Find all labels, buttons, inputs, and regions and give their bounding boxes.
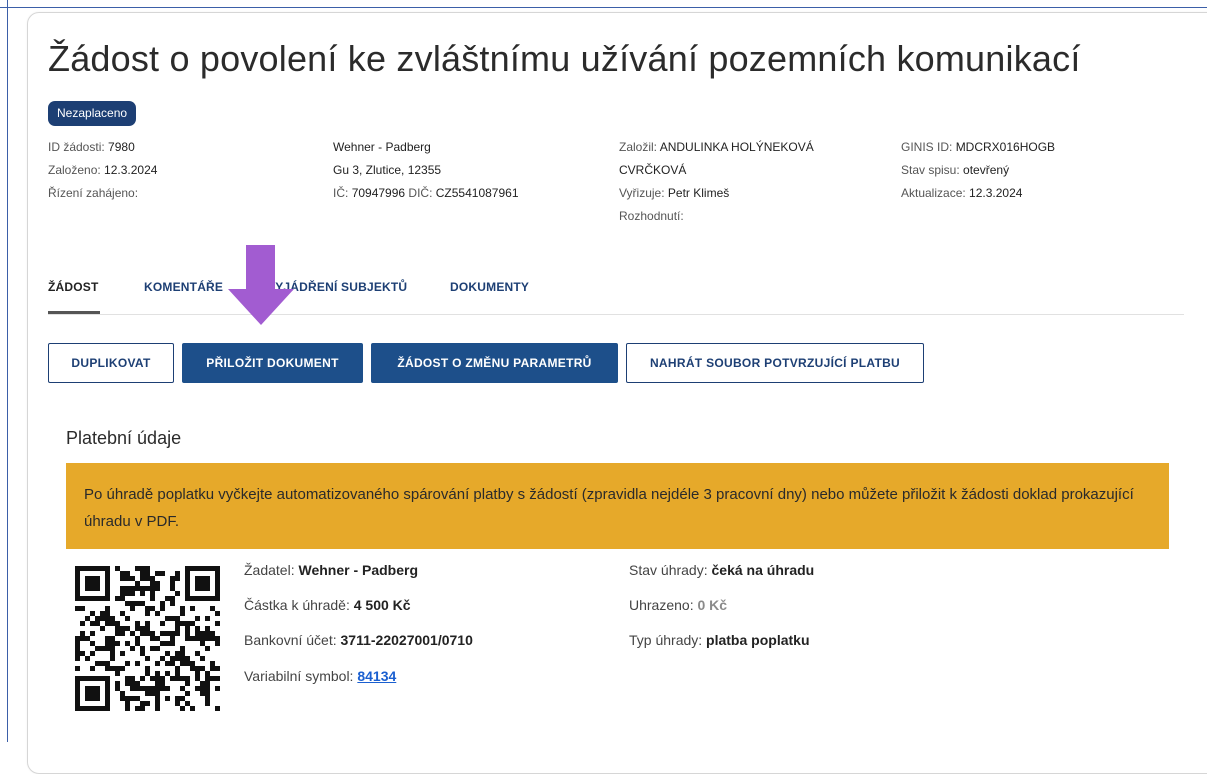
payment-notice: Po úhradě poplatku vyčkejte automatizova…	[66, 463, 1169, 549]
meta-decision: Rozhodnutí:	[619, 209, 684, 223]
payment-paid: Uhrazeno: 0 Kč	[629, 597, 728, 613]
attach-document-button[interactable]: PŘILOŽIT DOKUMENT	[182, 343, 363, 383]
meta-applicant-name: Wehner - Padberg	[333, 140, 431, 154]
meta-handled-by: Vyřizuje: Petr Klimeš	[619, 186, 730, 200]
meta-created-by: Založil: ANDULINKA HOLÝNEKOVÁ	[619, 140, 814, 154]
app-frame: Žádost o povolení ke zvláštnímu užívání …	[0, 0, 1207, 774]
upload-payment-proof-button[interactable]: NAHRÁT SOUBOR POTVRZUJÍCÍ PLATBU	[626, 343, 924, 383]
change-parameters-button[interactable]: ŽÁDOST O ZMĚNU PARAMETRŮ	[371, 343, 618, 383]
meta-ginis-id: GINIS ID: MDCRX016HOGB	[901, 140, 1056, 154]
window-top-border	[0, 7, 1207, 8]
meta-created-by-line2: CVRČKOVÁ	[619, 163, 687, 177]
tab-comments[interactable]: KOMENTÁŘE	[144, 280, 223, 294]
window-left-border	[7, 0, 8, 742]
payment-status: Stav úhrady: čeká na úhradu	[629, 562, 815, 578]
meta-column-file: GINIS ID: MDCRX016HOGB Stav spisu: otevř…	[901, 136, 1055, 205]
meta-request-id: ID žádosti: 7980	[48, 140, 135, 154]
annotation-arrow-icon	[228, 245, 294, 325]
meta-updated: Aktualizace: 12.3.2024	[901, 186, 1023, 200]
payment-amount: Částka k úhradě: 4 500 Kč	[244, 597, 411, 613]
payment-applicant: Žadatel: Wehner - Padberg	[244, 562, 419, 578]
payment-qr-code	[75, 566, 220, 711]
meta-column-request: ID žádosti: 7980 Založeno: 12.3.2024 Říz…	[48, 136, 157, 205]
meta-column-handling: Založil: ANDULINKA HOLÝNEKOVÁ CVRČKOVÁ V…	[619, 136, 814, 228]
variable-symbol-link[interactable]: 84134	[357, 668, 396, 684]
meta-proceedings-started: Řízení zahájeno:	[48, 186, 139, 200]
payment-bank-account: Bankovní účet: 3711-22027001/0710	[244, 632, 473, 648]
payment-section-title: Platební údaje	[66, 428, 182, 448]
tab-request[interactable]: ŽÁDOST	[48, 280, 99, 294]
tab-documents[interactable]: DOKUMENTY	[450, 280, 529, 294]
duplicate-button[interactable]: DUPLIKOVAT	[48, 343, 174, 383]
meta-column-applicant: Wehner - Padberg Gu 3, Zlutice, 12355 IČ…	[333, 136, 519, 205]
meta-applicant-ids: IČ: 70947996 DIČ: CZ5541087961	[333, 186, 519, 200]
status-badge: Nezaplaceno	[48, 101, 137, 126]
payment-variable-symbol: Variabilní symbol: 84134	[244, 668, 397, 684]
meta-created: Založeno: 12.3.2024	[48, 163, 158, 177]
meta-file-state: Stav spisu: otevřený	[901, 163, 1010, 177]
meta-applicant-address: Gu 3, Zlutice, 12355	[333, 163, 442, 177]
page-title: Žádost o povolení ke zvláštnímu užívání …	[48, 38, 1081, 79]
payment-type: Typ úhrady: platba poplatku	[629, 632, 810, 648]
tab-divider	[48, 314, 1184, 315]
